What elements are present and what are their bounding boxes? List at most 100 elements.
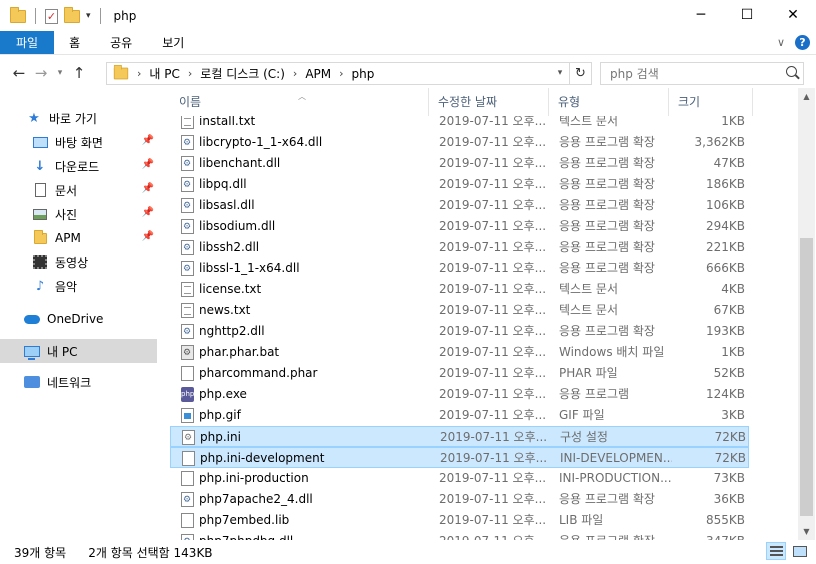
file-date: 2019-07-11 오후... (439, 240, 547, 254)
file-type: 응용 프로그램 (559, 387, 630, 401)
file-row[interactable]: nghttp2.dll 2019-07-11 오후... 응용 프로그램 확장 193… (170, 321, 749, 342)
close-button[interactable]: ✕ (770, 0, 816, 30)
file-row[interactable]: php.ini-development 2019-07-11 오후... INI-D… (170, 447, 749, 468)
pin-icon[interactable]: 📌 (142, 135, 154, 146)
vertical-scrollbar[interactable]: ▲ ▼ (798, 88, 815, 540)
breadcrumb-this-pc[interactable]: 내 PC (149, 65, 179, 82)
network-icon (24, 374, 40, 390)
nav-item-pictures[interactable]: 사진 📌 (32, 203, 158, 225)
back-arrow-icon[interactable]: ← (8, 64, 30, 82)
file-row[interactable]: libenchant.dll 2019-07-11 오후... 응용 프로그램 확장… (170, 153, 749, 174)
pin-icon[interactable]: 📌 (142, 207, 154, 218)
file-row[interactable]: news.txt 2019-07-11 오후... 텍스트 문서 67KB (170, 300, 749, 321)
nav-item-documents[interactable]: 문서 📌 (32, 179, 158, 201)
nav-this-pc[interactable]: 내 PC (0, 339, 157, 363)
refresh-icon[interactable]: ↻ (569, 63, 591, 84)
address-bar[interactable]: › 내 PC › 로컬 디스크 (C:) › APM › php ▾ ↻ (106, 62, 592, 85)
document-icon (32, 182, 48, 198)
maximize-button[interactable]: ☐ (724, 0, 770, 30)
file-row[interactable]: libssl-1_1-x64.dll 2019-07-11 오후... 응용 프로그… (170, 258, 749, 279)
navigation-pane: ★ 바로 가기 바탕 화면 📌 ↓ 다운로드 📌 문서 📌 사진 📌 APM 📌… (0, 94, 170, 534)
column-header-size[interactable]: 크기 (669, 88, 753, 116)
customize-toolbar-icon[interactable]: ▾ (86, 11, 91, 21)
file-row[interactable]: php7phpdbg.dll 2019-07-11 오후... 응용 프로그램 확장… (170, 531, 749, 540)
new-folder-icon[interactable] (64, 6, 80, 23)
tab-home[interactable]: 홈 (54, 31, 95, 54)
scroll-up-arrow-icon[interactable]: ▲ (798, 88, 815, 105)
file-row[interactable]: libcrypto-1_1-x64.dll 2019-07-11 오후... 응용 … (170, 132, 749, 153)
file-row[interactable]: php.ini-production 2019-07-11 오후... INI-PR… (170, 468, 749, 489)
file-row[interactable]: pharcommand.phar 2019-07-11 오후... PHAR 파일 5… (170, 363, 749, 384)
column-header-date[interactable]: 수정한 날짜 (429, 88, 549, 116)
pin-icon[interactable]: 📌 (142, 231, 154, 242)
scroll-down-arrow-icon[interactable]: ▼ (798, 523, 815, 540)
breadcrumb-separator[interactable]: › (137, 67, 141, 80)
file-row[interactable]: php7apache2_4.dll 2019-07-11 오후... 응용 프로그램… (170, 489, 749, 510)
selection-info: 2개 항목 선택함 143KB (88, 545, 213, 560)
tab-file[interactable]: 파일 (0, 31, 55, 54)
file-type: 응용 프로그램 확장 (559, 324, 655, 338)
nav-label: 바로 가기 (49, 111, 97, 126)
quick-access-toolbar: ✓ ▾ (10, 6, 104, 24)
breadcrumb-apm[interactable]: APM (305, 67, 331, 81)
file-row[interactable]: php.gif 2019-07-11 오후... GIF 파일 3KB (170, 405, 749, 426)
recent-locations-icon[interactable]: ▾ (52, 68, 68, 78)
column-header-name[interactable]: 이름 ︿ (170, 88, 429, 116)
nav-item-downloads[interactable]: ↓ 다운로드 📌 (32, 155, 158, 177)
breadcrumb-separator[interactable]: › (293, 67, 297, 80)
details-view-button[interactable] (766, 542, 786, 560)
file-row[interactable]: php7embed.lib 2019-07-11 오후... LIB 파일 855KB (170, 510, 749, 531)
search-box[interactable] (600, 62, 804, 85)
help-icon[interactable]: ? (795, 35, 810, 50)
pin-icon[interactable]: 📌 (142, 183, 154, 194)
file-date: 2019-07-11 오후... (439, 282, 547, 296)
file-row[interactable]: license.txt 2019-07-11 오후... 텍스트 문서 4KB (170, 279, 749, 300)
blank-file-icon (181, 366, 194, 381)
forward-arrow-icon[interactable]: → (30, 64, 52, 82)
expand-ribbon-icon[interactable]: ∨ (777, 36, 785, 49)
file-type: INI-PRODUCTION... (559, 471, 671, 485)
nav-quick-access[interactable]: ★ 바로 가기 (26, 107, 184, 129)
scrollbar-thumb[interactable] (800, 238, 813, 516)
nav-label: 음악 (55, 279, 78, 294)
properties-icon[interactable]: ✓ (45, 8, 58, 24)
minimize-button[interactable]: ─ (678, 0, 724, 30)
nav-item-videos[interactable]: 동영상 (32, 251, 158, 273)
file-row[interactable]: libsasl.dll 2019-07-11 오후... 응용 프로그램 확장 106… (170, 195, 749, 216)
nav-item-desktop[interactable]: 바탕 화면 📌 (32, 131, 158, 153)
file-size: 73KB (713, 471, 745, 485)
breadcrumb-php[interactable]: php (352, 67, 375, 81)
large-icons-view-button[interactable] (790, 542, 810, 560)
file-type: 응용 프로그램 확장 (559, 198, 655, 212)
breadcrumb-separator[interactable]: › (339, 67, 343, 80)
file-row[interactable]: libpq.dll 2019-07-11 오후... 응용 프로그램 확장 186KB (170, 174, 749, 195)
nav-item-music[interactable]: ♪ 음악 (32, 275, 158, 297)
address-dropdown-icon[interactable]: ▾ (553, 63, 567, 84)
file-type: LIB 파일 (559, 513, 604, 527)
file-name: libcrypto-1_1-x64.dll (199, 135, 323, 149)
ini-file-icon (182, 430, 195, 445)
breadcrumb-local-disk[interactable]: 로컬 디스크 (C:) (200, 65, 285, 82)
breadcrumb-separator[interactable]: › (188, 67, 192, 80)
tab-view[interactable]: 보기 (147, 31, 199, 54)
column-header-type[interactable]: 유형 (549, 88, 669, 116)
pin-icon[interactable]: 📌 (142, 159, 154, 170)
file-row[interactable]: phar.phar.bat 2019-07-11 오후... Windows 배치 … (170, 342, 749, 363)
nav-item-apm[interactable]: APM 📌 (32, 227, 158, 249)
up-arrow-icon[interactable]: ↑ (68, 64, 90, 82)
search-input[interactable] (610, 66, 770, 81)
search-icon[interactable] (786, 66, 797, 77)
file-row[interactable]: php.ini 2019-07-11 오후... 구성 설정 72KB (170, 426, 749, 447)
nav-onedrive[interactable]: OneDrive (24, 308, 158, 330)
cloud-icon (24, 311, 40, 327)
file-size: 67KB (713, 303, 745, 317)
file-row[interactable]: libsodium.dll 2019-07-11 오후... 응용 프로그램 확장 2… (170, 216, 749, 237)
nav-network[interactable]: 네트워크 (24, 371, 158, 393)
tab-share[interactable]: 공유 (95, 31, 147, 54)
file-size: 294KB (705, 219, 745, 233)
file-row[interactable]: php php.exe 2019-07-11 오후... 응용 프로그램 124KB (170, 384, 749, 405)
file-row[interactable]: libssh2.dll 2019-07-11 오후... 응용 프로그램 확장 221… (170, 237, 749, 258)
file-name: php7phpdbg.dll (199, 531, 429, 540)
file-type: PHAR 파일 (559, 366, 618, 380)
file-name: php.ini-development (200, 451, 325, 465)
